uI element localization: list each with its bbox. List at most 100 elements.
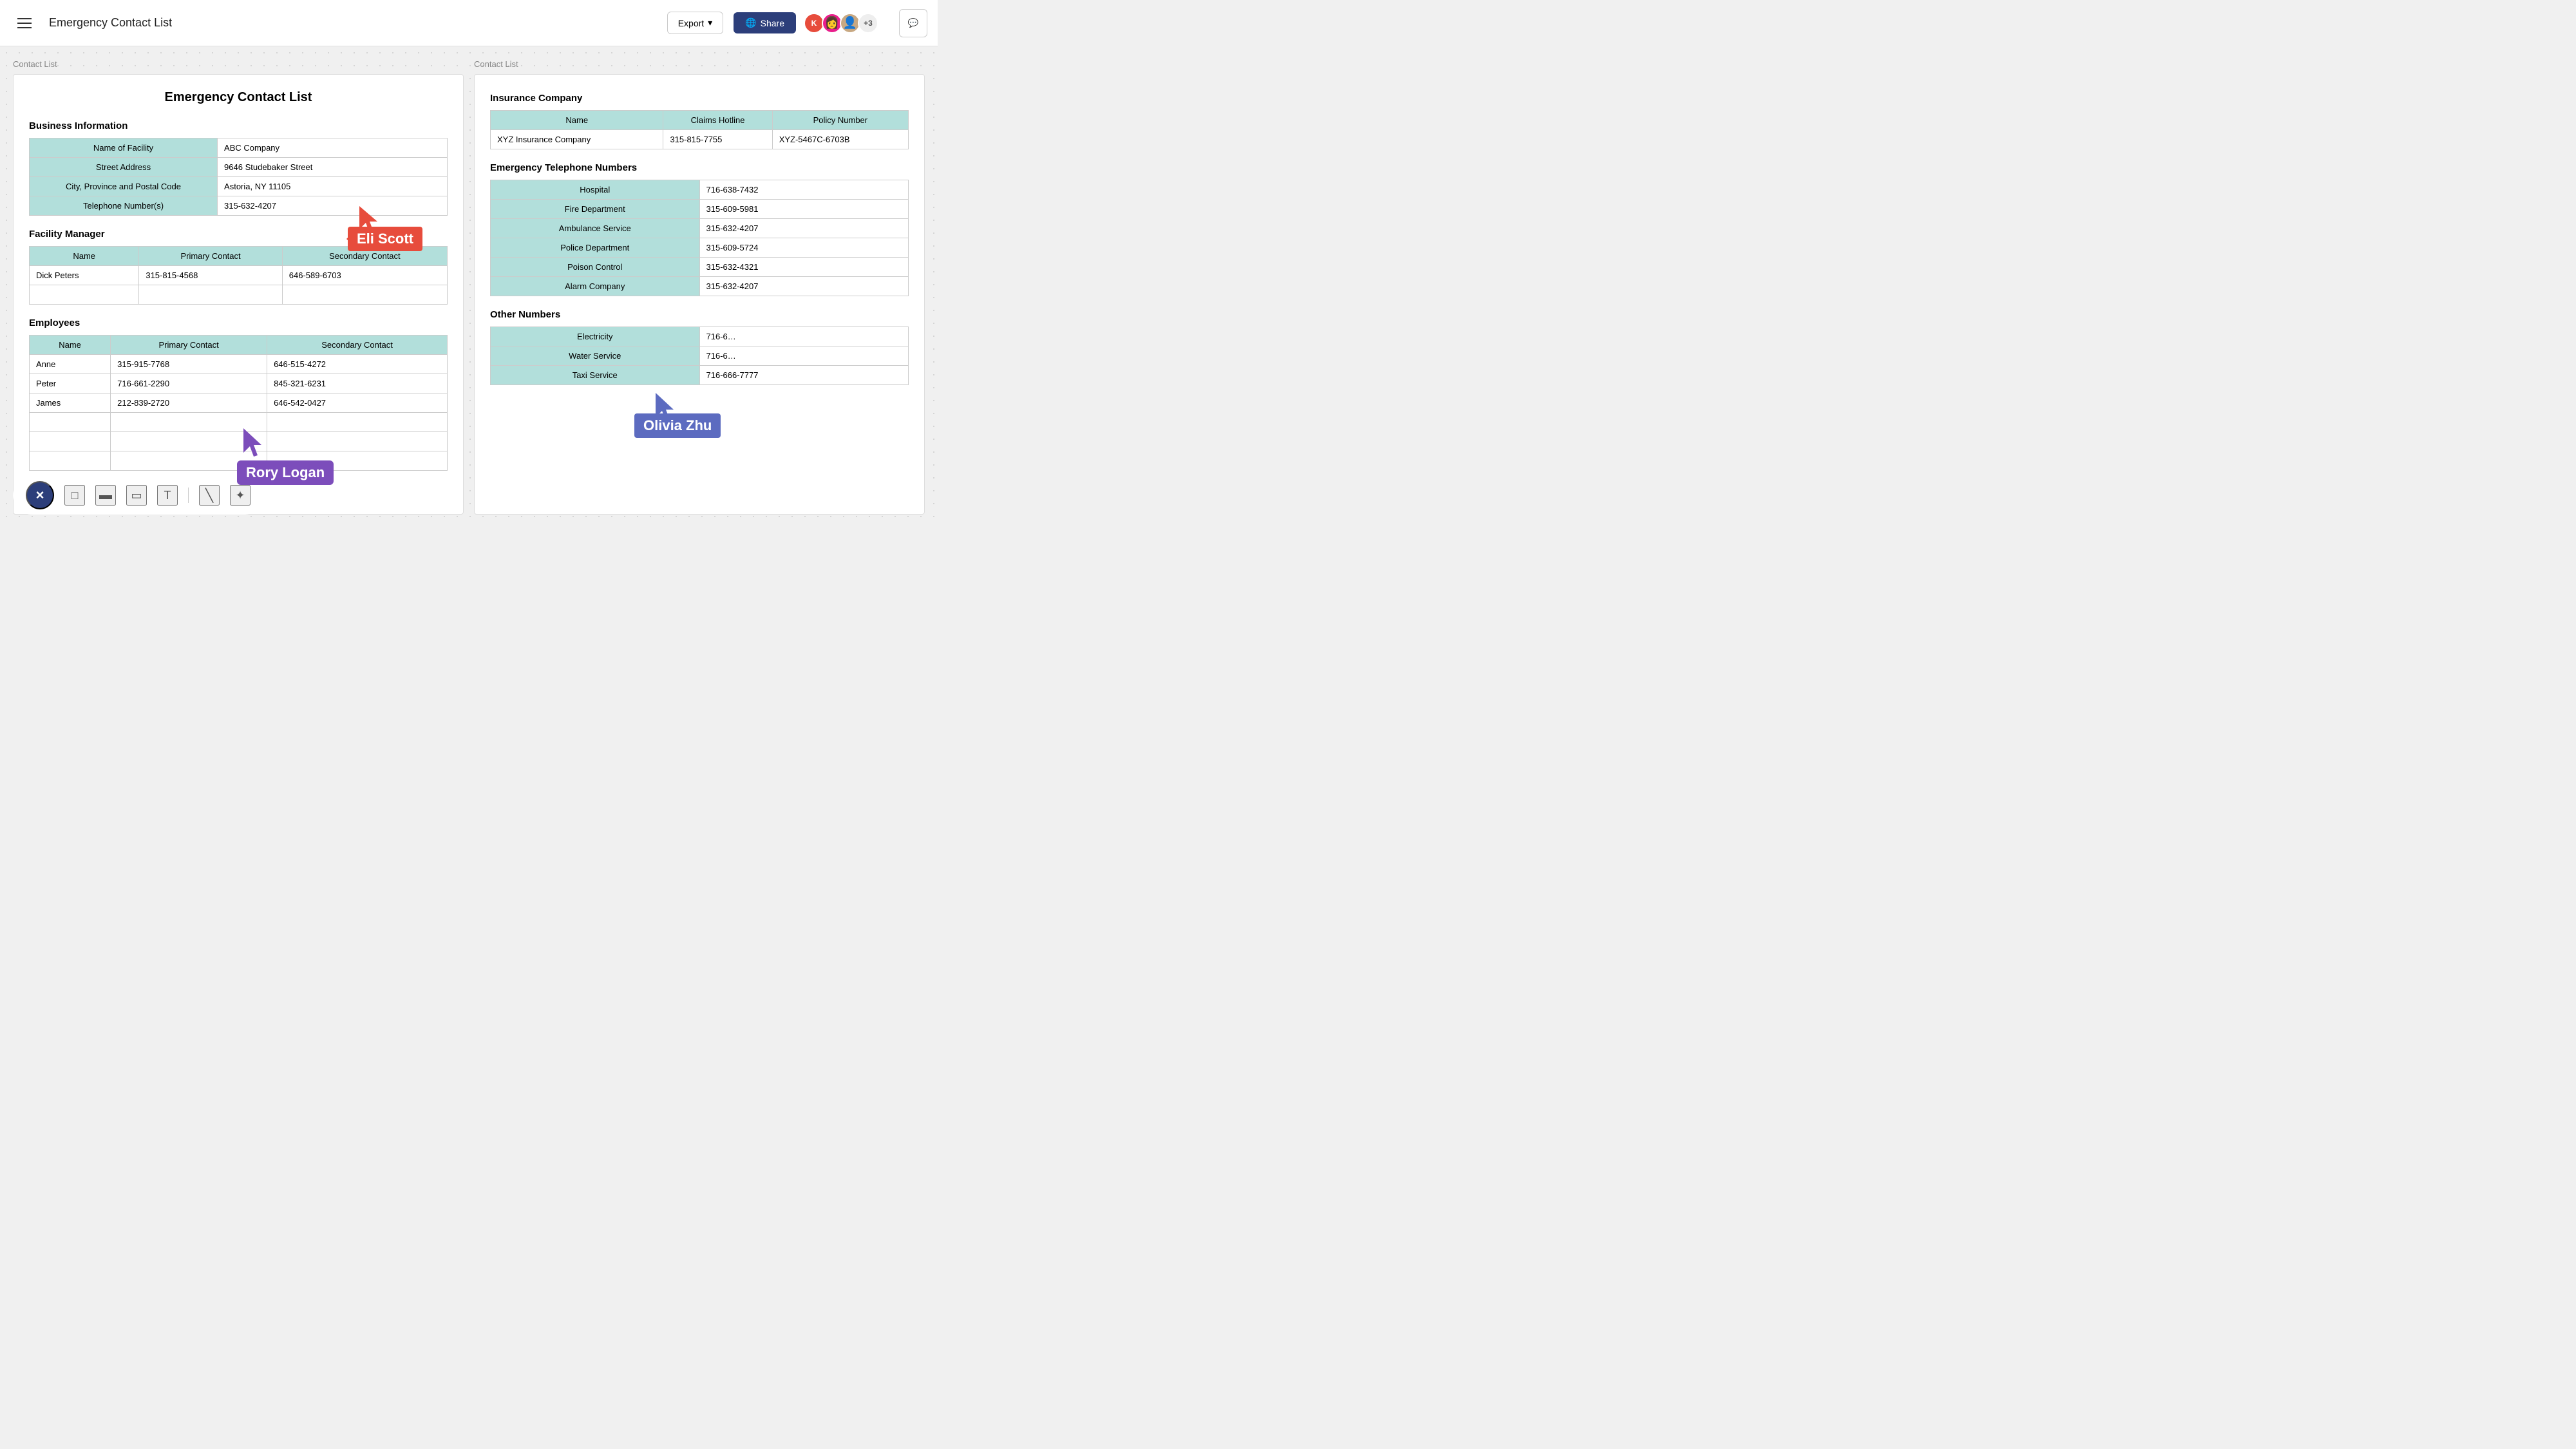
col-name: Name xyxy=(30,247,139,266)
emp-name-2: Peter xyxy=(30,374,111,393)
rect-icon: □ xyxy=(71,489,79,502)
table-header-row: Name Claims Hotline Policy Number xyxy=(491,111,909,130)
hamburger-line-3 xyxy=(17,27,32,28)
emp-empty-2p xyxy=(111,432,267,451)
emp-empty-2s xyxy=(267,432,448,451)
ambulance-number: 315-632-4207 xyxy=(699,219,909,238)
poison-number: 315-632-4321 xyxy=(699,258,909,277)
ins-hotline: 315-815-7755 xyxy=(663,130,772,149)
table-row: Street Address 9646 Studebaker Street xyxy=(30,158,448,177)
table-row: Telephone Number(s) 315-632-4207 xyxy=(30,196,448,216)
avatar-extra-count: +3 xyxy=(858,13,878,33)
table-row: Electricity 716-6… xyxy=(491,327,909,346)
manager-primary: 315-815-4568 xyxy=(139,266,282,285)
ins-col-policy: Policy Number xyxy=(772,111,908,130)
main-content: Contact List Emergency Contact List Busi… xyxy=(0,46,938,527)
emp-secondary-3: 646-542-0427 xyxy=(267,393,448,413)
card-icon: ▬ xyxy=(99,488,112,503)
fire-number: 315-609-5981 xyxy=(699,200,909,219)
insurance-section-title: Insurance Company xyxy=(490,93,909,104)
rectangle-tool-button[interactable]: □ xyxy=(64,485,85,506)
hamburger-line-2 xyxy=(17,23,32,24)
emp-col-name: Name xyxy=(30,336,111,355)
left-contact-card: Emergency Contact List Business Informat… xyxy=(13,74,464,515)
emp-empty-1s xyxy=(267,413,448,432)
electricity-number: 716-6… xyxy=(699,327,909,346)
facility-label: Name of Facility xyxy=(30,138,218,158)
table-row: Hospital 716-638-7432 xyxy=(491,180,909,200)
hamburger-line-1 xyxy=(17,18,32,19)
emp-empty-3p xyxy=(111,451,267,471)
emp-empty-1 xyxy=(30,413,111,432)
police-number: 315-609-5724 xyxy=(699,238,909,258)
emp-empty-3 xyxy=(30,451,111,471)
emergency-section-title: Emergency Telephone Numbers xyxy=(490,162,909,173)
address-label: Street Address xyxy=(30,158,218,177)
table-row: XYZ Insurance Company 315-815-7755 XYZ-5… xyxy=(491,130,909,149)
facility-value: ABC Company xyxy=(218,138,448,158)
chat-button[interactable]: 💬 xyxy=(899,9,927,37)
right-contact-card: Insurance Company Name Claims Hotline Po… xyxy=(474,74,925,515)
note-tool-button[interactable]: ▭ xyxy=(126,485,147,506)
note-icon: ▭ xyxy=(131,489,142,502)
pointer-tool-button[interactable]: ✦ xyxy=(230,485,251,506)
emp-name-3: James xyxy=(30,393,111,413)
menu-button[interactable] xyxy=(10,9,39,37)
right-panel-label: Contact List xyxy=(474,59,925,69)
table-row: Alarm Company 315-632-4207 xyxy=(491,277,909,296)
emp-primary-2: 716-661-2290 xyxy=(111,374,267,393)
emp-name-1: Anne xyxy=(30,355,111,374)
empty-primary xyxy=(139,285,282,305)
table-row xyxy=(30,413,448,432)
table-row: Peter 716-661-2290 845-321-6231 xyxy=(30,374,448,393)
col-primary: Primary Contact xyxy=(139,247,282,266)
close-icon: × xyxy=(36,487,44,504)
left-panel: Contact List Emergency Contact List Busi… xyxy=(13,59,464,515)
table-row: James 212-839-2720 646-542-0427 xyxy=(30,393,448,413)
right-panel: Contact List Insurance Company Name Clai… xyxy=(474,59,925,515)
fire-label: Fire Department xyxy=(491,200,700,219)
card-tool-button[interactable]: ▬ xyxy=(95,485,116,506)
ins-name: XYZ Insurance Company xyxy=(491,130,663,149)
collaborators-avatars: K 👩 👤 +3 xyxy=(806,13,878,33)
ins-col-hotline: Claims Hotline xyxy=(663,111,772,130)
electricity-label: Electricity xyxy=(491,327,700,346)
table-row xyxy=(30,451,448,471)
table-row: Water Service 716-6… xyxy=(491,346,909,366)
hospital-label: Hospital xyxy=(491,180,700,200)
manager-secondary: 646-589-6703 xyxy=(282,266,447,285)
table-row: Police Department 315-609-5724 xyxy=(491,238,909,258)
taxi-label: Taxi Service xyxy=(491,366,700,385)
export-button[interactable]: Export ▾ xyxy=(667,12,724,34)
text-tool-button[interactable]: T xyxy=(157,485,178,506)
share-label: Share xyxy=(761,18,784,28)
table-row: Anne 315-915-7768 646-515-4272 xyxy=(30,355,448,374)
other-section-title: Other Numbers xyxy=(490,309,909,320)
telephone-label: Telephone Number(s) xyxy=(30,196,218,216)
emp-primary-3: 212-839-2720 xyxy=(111,393,267,413)
business-section-title: Business Information xyxy=(29,120,448,131)
other-table: Electricity 716-6… Water Service 716-6… … xyxy=(490,327,909,385)
pointer-icon: ✦ xyxy=(235,489,245,502)
emp-secondary-2: 845-321-6231 xyxy=(267,374,448,393)
water-number: 716-6… xyxy=(699,346,909,366)
bottom-toolbar: × □ ▬ ▭ T ╲ ✦ xyxy=(13,476,263,515)
table-row: Ambulance Service 315-632-4207 xyxy=(491,219,909,238)
export-chevron-icon: ▾ xyxy=(708,17,712,28)
close-button[interactable]: × xyxy=(26,481,54,509)
emp-empty-3s xyxy=(267,451,448,471)
line-tool-button[interactable]: ╲ xyxy=(199,485,220,506)
empty-secondary xyxy=(282,285,447,305)
table-row xyxy=(30,432,448,451)
line-icon: ╲ xyxy=(205,488,213,504)
emergency-table: Hospital 716-638-7432 Fire Department 31… xyxy=(490,180,909,296)
insurance-table: Name Claims Hotline Policy Number XYZ In… xyxy=(490,110,909,149)
hospital-number: 716-638-7432 xyxy=(699,180,909,200)
table-row: Fire Department 315-609-5981 xyxy=(491,200,909,219)
share-button[interactable]: 🌐 Share xyxy=(734,12,796,33)
ins-policy: XYZ-5467C-6703B xyxy=(772,130,908,149)
toolbar-divider xyxy=(188,488,189,503)
chat-icon: 💬 xyxy=(908,18,919,28)
header: Emergency Contact List Export ▾ 🌐 Share … xyxy=(0,0,938,46)
export-label: Export xyxy=(678,18,704,28)
